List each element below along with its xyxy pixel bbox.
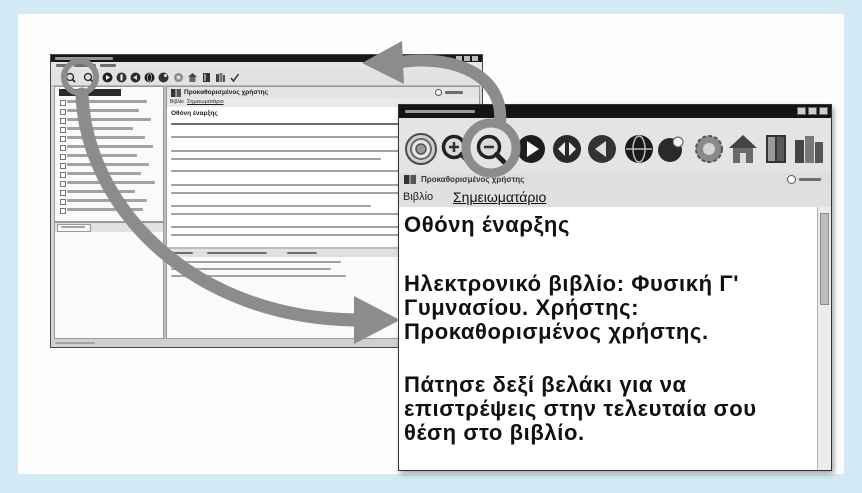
toolbar [399, 118, 831, 174]
book-icon [171, 89, 181, 97]
sphere-icon[interactable] [654, 132, 688, 166]
tree-item[interactable] [55, 179, 163, 187]
clock-readout [445, 91, 463, 94]
home-icon[interactable] [726, 132, 760, 166]
play-forward-icon[interactable] [514, 132, 548, 166]
zoom-in-icon[interactable] [65, 72, 76, 83]
menu-item[interactable] [100, 64, 116, 67]
user-label: Προκαθορισμένος χρήστης [184, 89, 268, 96]
menu-bar [51, 62, 482, 69]
content-heading: Οθόνη έναρξης [171, 110, 218, 117]
chapter-tree [54, 86, 164, 222]
lower-left-pane [54, 222, 164, 339]
window-title-text [405, 110, 475, 113]
tab-notebook[interactable]: Σημειωματάριο [187, 99, 224, 105]
tree-item[interactable] [55, 206, 163, 214]
content-line: Προκαθορισμένος χρήστης. [404, 319, 709, 344]
tree-item[interactable] [55, 134, 163, 142]
log-row [171, 275, 346, 277]
close-button[interactable] [819, 107, 828, 115]
tree-item[interactable] [55, 188, 163, 196]
globe-icon[interactable] [144, 72, 155, 83]
target-icon[interactable] [404, 132, 438, 166]
tab-book[interactable]: Βιβλίο [170, 99, 184, 105]
clock-icon [787, 175, 796, 184]
content-line: Ηλεκτρονικό βιβλίο: Φυσική Γ' [404, 271, 740, 296]
window-title-text [55, 57, 113, 60]
tree-item[interactable] [55, 98, 163, 106]
minimize-button[interactable] [456, 56, 462, 61]
menu-item[interactable] [74, 64, 96, 67]
home-icon[interactable] [187, 72, 198, 83]
globe-icon[interactable] [622, 132, 656, 166]
back-icon[interactable] [585, 132, 619, 166]
content-line: Γυμνασίου. Χρήστης: [404, 295, 640, 320]
clock-readout [799, 178, 821, 181]
tree-item[interactable] [55, 152, 163, 160]
content-line: επιστρέψεις στην τελευταία σου [404, 396, 757, 421]
gear-icon[interactable] [173, 72, 184, 83]
tree-item[interactable] [55, 197, 163, 205]
log-row [171, 268, 331, 270]
reader-content: Οθόνη έναρξης Ηλεκτρονικό βιβλίο: Φυσική… [399, 207, 817, 470]
tree-item[interactable] [55, 116, 163, 124]
back-icon[interactable] [130, 72, 141, 83]
tab-book[interactable]: Βιβλίο [403, 191, 433, 203]
tree-item[interactable] [55, 170, 163, 178]
vertical-scrollbar[interactable] [817, 207, 831, 470]
reader-header: Προκαθορισμένος χρήστης [167, 87, 479, 98]
tree-item[interactable] [55, 125, 163, 133]
title-bar [399, 105, 831, 118]
door-icon[interactable] [201, 72, 212, 83]
foreground-app-window: Προκαθορισμένος χρήστης Βιβλίο Σημειωματ… [398, 104, 832, 471]
tab-notebook[interactable]: Σημειωματάριο [453, 189, 546, 205]
content-heading: Οθόνη έναρξης [404, 212, 571, 237]
sphere-icon[interactable] [158, 72, 169, 83]
book-icon [404, 175, 416, 184]
content-line: θέση στο βιβλίο. [404, 420, 585, 445]
toolbar [51, 69, 482, 86]
tree-root-item[interactable] [59, 89, 121, 96]
door-icon[interactable] [759, 132, 793, 166]
illustration-canvas: Προκαθορισμένος χρήστης Βιβλίο Σημειωματ… [0, 0, 862, 493]
gear-icon[interactable] [692, 132, 726, 166]
log-row [171, 261, 341, 263]
user-info-row: Προκαθορισμένος χρήστης [399, 173, 831, 186]
menu-item[interactable] [56, 64, 70, 67]
double-arrow-icon[interactable] [550, 132, 584, 166]
zoom-out-icon[interactable] [83, 72, 94, 83]
tree-item[interactable] [55, 107, 163, 115]
minimize-button[interactable] [797, 107, 806, 115]
close-button[interactable] [472, 56, 478, 61]
clock-icon [435, 89, 442, 96]
maximize-button[interactable] [808, 107, 817, 115]
scrollbar-thumb[interactable] [820, 213, 829, 305]
tree-item[interactable] [55, 161, 163, 169]
reader-tabs: Βιβλίο Σημειωματάριο [399, 186, 831, 208]
check-icon[interactable] [229, 72, 240, 83]
tree-item[interactable] [55, 143, 163, 151]
maximize-button[interactable] [464, 56, 470, 61]
pane-tab-strip [55, 223, 163, 232]
title-bar [51, 55, 482, 62]
zoom-out-icon[interactable] [474, 132, 508, 166]
user-label: Προκαθορισμένος χρήστης [421, 175, 525, 184]
zoom-in-icon[interactable] [439, 132, 473, 166]
play-forward-icon[interactable] [102, 72, 113, 83]
double-arrow-icon[interactable] [116, 72, 127, 83]
content-line: Πάτησε δεξί βελάκι για να [404, 372, 687, 397]
bookshelf-icon[interactable] [215, 72, 226, 83]
bookshelf-icon[interactable] [792, 132, 826, 166]
